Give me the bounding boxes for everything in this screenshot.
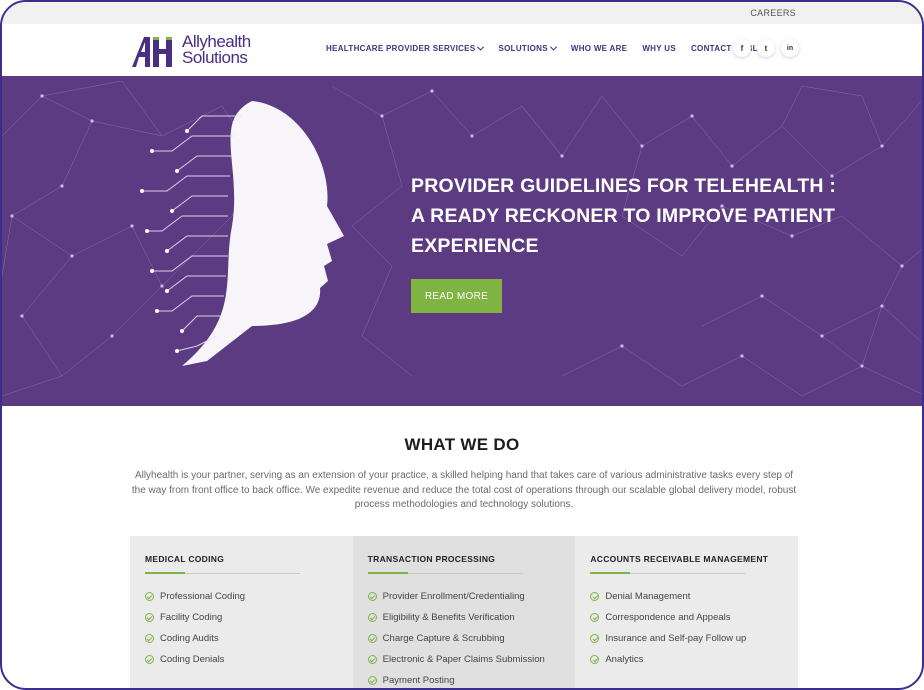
list-item[interactable]: Payment Posting bbox=[367, 670, 545, 688]
linkedin-icon[interactable]: in bbox=[781, 39, 799, 57]
list-item-label: Professional Coding bbox=[160, 591, 246, 602]
main-nav: HEALTHCARE PROVIDER SERVICES SOLUTIONS W… bbox=[326, 43, 786, 53]
list-item-label: Coding Audits bbox=[160, 633, 219, 644]
what-we-do-title: WHAT WE DO bbox=[404, 435, 520, 454]
check-circle-icon bbox=[367, 655, 377, 664]
list-item-label: Provider Enrollment/Credentialing bbox=[382, 591, 525, 602]
list-item[interactable]: Charge Capture & Scrubbing bbox=[367, 628, 545, 649]
list-item-label: Eligibility & Benefits Verification bbox=[382, 612, 515, 623]
list-item[interactable]: Professional Coding bbox=[145, 586, 245, 607]
facebook-icon[interactable]: f bbox=[733, 39, 751, 57]
list-item-label: Analytics bbox=[605, 654, 644, 665]
ai-face-illustration bbox=[140, 101, 344, 366]
list-item[interactable]: Correspondence and Appeals bbox=[590, 607, 746, 628]
divider bbox=[145, 572, 300, 574]
check-circle-icon bbox=[590, 592, 600, 601]
twitter-icon[interactable]: t bbox=[757, 39, 775, 57]
logo-wordmark: Allyhealth Solutions bbox=[182, 33, 251, 67]
divider bbox=[367, 572, 523, 574]
list-item[interactable]: Facility Coding bbox=[145, 607, 245, 628]
hero-title-line2: A READY RECKONER TO IMPROVE PATIENT bbox=[411, 205, 836, 227]
check-circle-icon bbox=[590, 613, 600, 622]
nav-who-we-are[interactable]: WHO WE ARE bbox=[571, 44, 627, 53]
list-item[interactable]: Analytics bbox=[590, 649, 746, 670]
list-item[interactable]: Eligibility & Benefits Verification bbox=[367, 607, 545, 628]
divider bbox=[590, 572, 746, 574]
check-circle-icon bbox=[367, 634, 377, 643]
check-circle-icon bbox=[145, 655, 154, 664]
nav-label: WHY US bbox=[642, 44, 676, 53]
what-we-do-description: Allyhealth is your partner, serving as a… bbox=[131, 470, 797, 510]
card-title: ACCOUNTS RECEIVABLE MANAGEMENT bbox=[590, 554, 769, 564]
list-item-label: Correspondence and Appeals bbox=[605, 612, 731, 623]
chevron-down-icon bbox=[549, 43, 557, 51]
list-item[interactable]: Provider Enrollment/Credentialing bbox=[367, 586, 545, 607]
hero-banner: PROVIDER GUIDELINES FOR TELEHEALTH : A R… bbox=[2, 76, 922, 406]
logo-mark-icon bbox=[132, 37, 172, 67]
list-item[interactable]: Insurance and Self-pay Follow up bbox=[590, 628, 746, 649]
list-item-label: Electronic & Paper Claims Submission bbox=[382, 654, 545, 665]
logo-line2: Solutions bbox=[182, 48, 248, 67]
list-item[interactable]: Coding Denials bbox=[145, 649, 245, 670]
card-title: MEDICAL CODING bbox=[145, 554, 225, 564]
nav-label: WHO WE ARE bbox=[570, 44, 628, 53]
check-circle-icon bbox=[145, 592, 154, 601]
hero-title-line1: PROVIDER GUIDELINES FOR TELEHEALTH : bbox=[411, 175, 837, 197]
list-item-label: Payment Posting bbox=[382, 675, 455, 686]
check-circle-icon bbox=[145, 613, 154, 622]
check-circle-icon bbox=[590, 655, 600, 664]
card-accounts-receivable-management: ACCOUNTS RECEIVABLE MANAGEMENT Denial Ma… bbox=[575, 536, 799, 688]
nav-label: SOLUTIONS bbox=[498, 44, 548, 53]
careers-link[interactable]: CAREERS bbox=[750, 8, 796, 18]
logo[interactable]: Allyhealth Solutions bbox=[130, 33, 260, 69]
card-title: TRANSACTION PROCESSING bbox=[367, 554, 496, 564]
hero-title-line3: EXPERIENCE bbox=[411, 235, 539, 257]
check-circle-icon bbox=[367, 613, 377, 622]
list-item-label: Facility Coding bbox=[160, 612, 223, 623]
list-item[interactable]: Electronic & Paper Claims Submission bbox=[367, 649, 545, 670]
check-circle-icon bbox=[590, 634, 600, 643]
list-item[interactable]: Coding Audits bbox=[145, 628, 245, 649]
nav-label: CONTACT bbox=[690, 44, 732, 53]
nav-why-us[interactable]: WHY US bbox=[642, 44, 676, 53]
card-transaction-processing: TRANSACTION PROCESSING Provider Enrollme… bbox=[352, 536, 576, 688]
top-utility-bar: CAREERS bbox=[2, 2, 922, 24]
chevron-down-icon bbox=[477, 43, 485, 51]
check-circle-icon bbox=[145, 634, 154, 643]
service-list: Denial Management Correspondence and App… bbox=[590, 586, 746, 670]
check-circle-icon bbox=[367, 676, 377, 685]
browser-frame: CAREERS Allyhealth Solutions HEALTHCARE … bbox=[0, 0, 924, 690]
service-list: Provider Enrollment/Credentialing Eligib… bbox=[367, 586, 545, 688]
nav-label: HEALTHCARE PROVIDER SERVICES bbox=[326, 44, 476, 53]
nav-healthcare-provider-services[interactable]: HEALTHCARE PROVIDER SERVICES bbox=[326, 43, 485, 53]
list-item-label: Insurance and Self-pay Follow up bbox=[605, 633, 747, 644]
read-more-button[interactable]: READ MORE bbox=[411, 279, 502, 313]
list-item[interactable]: Denial Management bbox=[590, 586, 746, 607]
services-cards: MEDICAL CODING Professional Coding Facil… bbox=[130, 536, 799, 688]
check-circle-icon bbox=[367, 592, 377, 601]
card-medical-coding: MEDICAL CODING Professional Coding Facil… bbox=[130, 536, 353, 688]
hero-title: PROVIDER GUIDELINES FOR TELEHEALTH : A R… bbox=[411, 171, 837, 261]
service-list: Professional Coding Facility Coding Codi… bbox=[145, 586, 245, 670]
site-header: Allyhealth Solutions HEALTHCARE PROVIDER… bbox=[2, 24, 922, 76]
list-item-label: Coding Denials bbox=[160, 654, 225, 665]
nav-contact[interactable]: CONTACT bbox=[691, 44, 732, 53]
list-item-label: Denial Management bbox=[605, 591, 691, 602]
list-item-label: Charge Capture & Scrubbing bbox=[382, 633, 505, 644]
nav-solutions[interactable]: SOLUTIONS bbox=[498, 43, 557, 53]
